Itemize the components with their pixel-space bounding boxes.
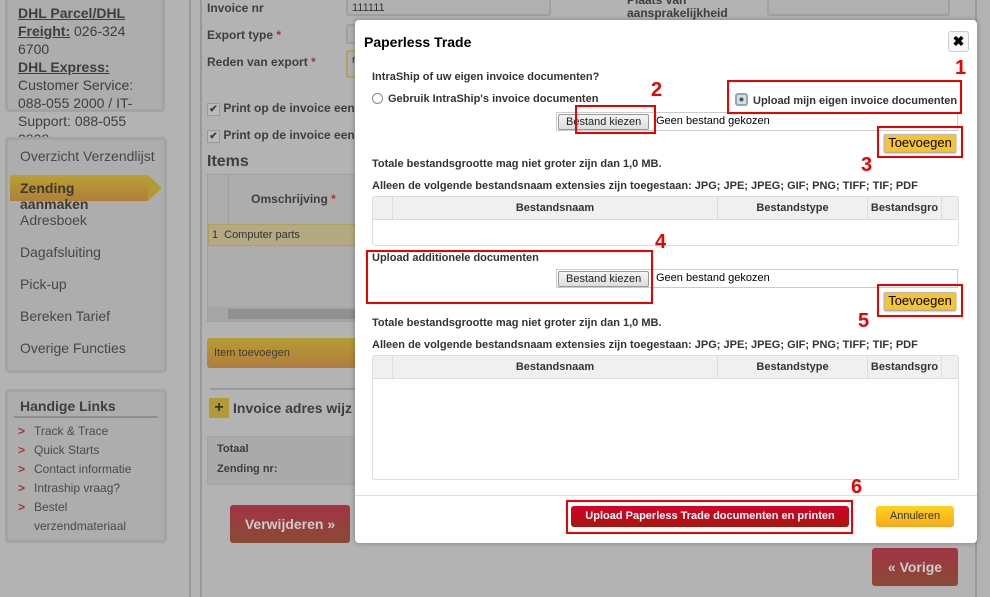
nav-overzicht[interactable]: Overzicht Verzendlijst: [20, 148, 155, 164]
size-note: Totale bestandsgrootte mag niet groter z…: [372, 158, 662, 170]
link-item[interactable]: > Intraship vraag?: [18, 479, 154, 498]
chevron-icon: >: [18, 424, 26, 438]
radio-intraship[interactable]: Gebruik IntraShip's invoice documenten: [372, 93, 598, 105]
nav-dagafsluiting[interactable]: Dagafsluiting: [20, 244, 101, 260]
chevron-icon: >: [18, 500, 26, 514]
invoice-nr-label: Invoice nr: [207, 1, 264, 15]
express-label: DHL Express:: [18, 59, 110, 75]
annotation-number: 4: [655, 231, 667, 253]
invoice-adres-toggle[interactable]: Invoice adres wijz: [233, 400, 352, 416]
radio-icon: [372, 93, 383, 104]
item-toevoegen-button[interactable]: Item toevoegen: [207, 338, 357, 368]
chevron-icon: >: [18, 443, 26, 457]
link-item[interactable]: > Contact informatie: [18, 460, 154, 479]
vorige-button[interactable]: « Vorige: [872, 548, 958, 586]
annotation-number: 1: [955, 57, 967, 79]
extension-note: Alleen de volgende bestandsnaam extensie…: [372, 180, 918, 192]
question-label: IntraShip of uw eigen invoice documenten…: [372, 71, 600, 83]
items-grid: Omschrijving * 1 Computer parts: [207, 174, 358, 322]
nav-zending-aanmaken[interactable]: Zending aanmaken: [10, 175, 162, 212]
links-title: Handige Links: [14, 398, 158, 418]
plaats-input[interactable]: [767, 0, 950, 16]
horizontal-scrollbar[interactable]: [208, 307, 358, 321]
link-item[interactable]: > Bestel verzendmateriaal: [18, 498, 154, 536]
divider: [210, 388, 360, 390]
nav-pickup[interactable]: Pick-up: [20, 276, 67, 292]
additional-files-table: Bestandsnaam Bestandstype Bestandsgro: [372, 355, 959, 480]
invoice-nr-input[interactable]: 111111: [346, 0, 551, 16]
nav-bereken-tarief[interactable]: Bereken Tarief: [20, 308, 110, 324]
annotation-box-1: [727, 80, 962, 114]
annotation-box-4: [366, 250, 653, 304]
verwijderen-button[interactable]: Verwijderen »: [230, 505, 350, 543]
link-item[interactable]: > Track & Trace: [18, 422, 154, 441]
annuleren-button[interactable]: Annuleren: [876, 506, 954, 527]
nav-adresboek[interactable]: Adresboek: [20, 212, 87, 228]
annotation-box-3: [877, 126, 963, 158]
divider: [189, 0, 191, 597]
footer-divider: [355, 495, 977, 496]
col-bestandstype[interactable]: Bestandstype: [717, 197, 867, 219]
checkbox[interactable]: ✔: [207, 130, 220, 143]
close-icon[interactable]: ✖: [948, 31, 969, 52]
col-bestandstype[interactable]: Bestandstype: [717, 356, 867, 378]
chevron-icon: >: [18, 462, 26, 476]
annotation-number: 3: [861, 154, 873, 176]
items-title: Items: [207, 153, 249, 170]
col-bestandsgrootte[interactable]: Bestandsgro: [867, 356, 941, 378]
size-note: Totale bestandsgrootte mag niet groter z…: [372, 317, 662, 329]
annotation-box-6: [566, 500, 853, 534]
handige-links: Handige Links > Track & Trace > Quick Star…: [5, 389, 167, 543]
plaats-label: Plaats van aansprakelijkheid: [627, 0, 728, 20]
col-bestandsgrootte[interactable]: Bestandsgro: [867, 197, 941, 219]
annotation-number: 6: [851, 476, 863, 498]
dialog-title: Paperless Trade: [364, 34, 472, 50]
annotation-box-5: [877, 284, 963, 317]
totals-box: Totaal Zending nr:: [207, 436, 357, 485]
chevron-icon: >: [18, 481, 26, 495]
sidebar-nav: Overzicht Verzendlijst Zending aanmaken …: [5, 137, 167, 373]
col-bestandsnaam[interactable]: Bestandsnaam: [392, 356, 717, 378]
nav-overige[interactable]: Overige Functies: [20, 340, 126, 356]
export-type-label: Export type: [207, 28, 274, 42]
contact-box: DHL Parcel/DHL Freight: 026-324 6700 DHL…: [5, 0, 165, 147]
divider: [200, 0, 202, 597]
checkbox[interactable]: ✔: [207, 103, 220, 116]
col-bestandsnaam[interactable]: Bestandsnaam: [392, 197, 717, 219]
plus-icon[interactable]: +: [209, 398, 229, 418]
extension-note: Alleen de volgende bestandsnaam extensie…: [372, 339, 918, 351]
link-item[interactable]: > Quick Starts: [18, 441, 154, 460]
col-omschrijving[interactable]: Omschrijving *: [228, 175, 358, 224]
annotation-box-2: [575, 105, 656, 134]
table-row[interactable]: 1 Computer parts: [208, 224, 358, 246]
annotation-number: 2: [651, 79, 663, 101]
annotation-number: 5: [858, 310, 870, 332]
reden-label: Reden van export: [207, 55, 308, 69]
